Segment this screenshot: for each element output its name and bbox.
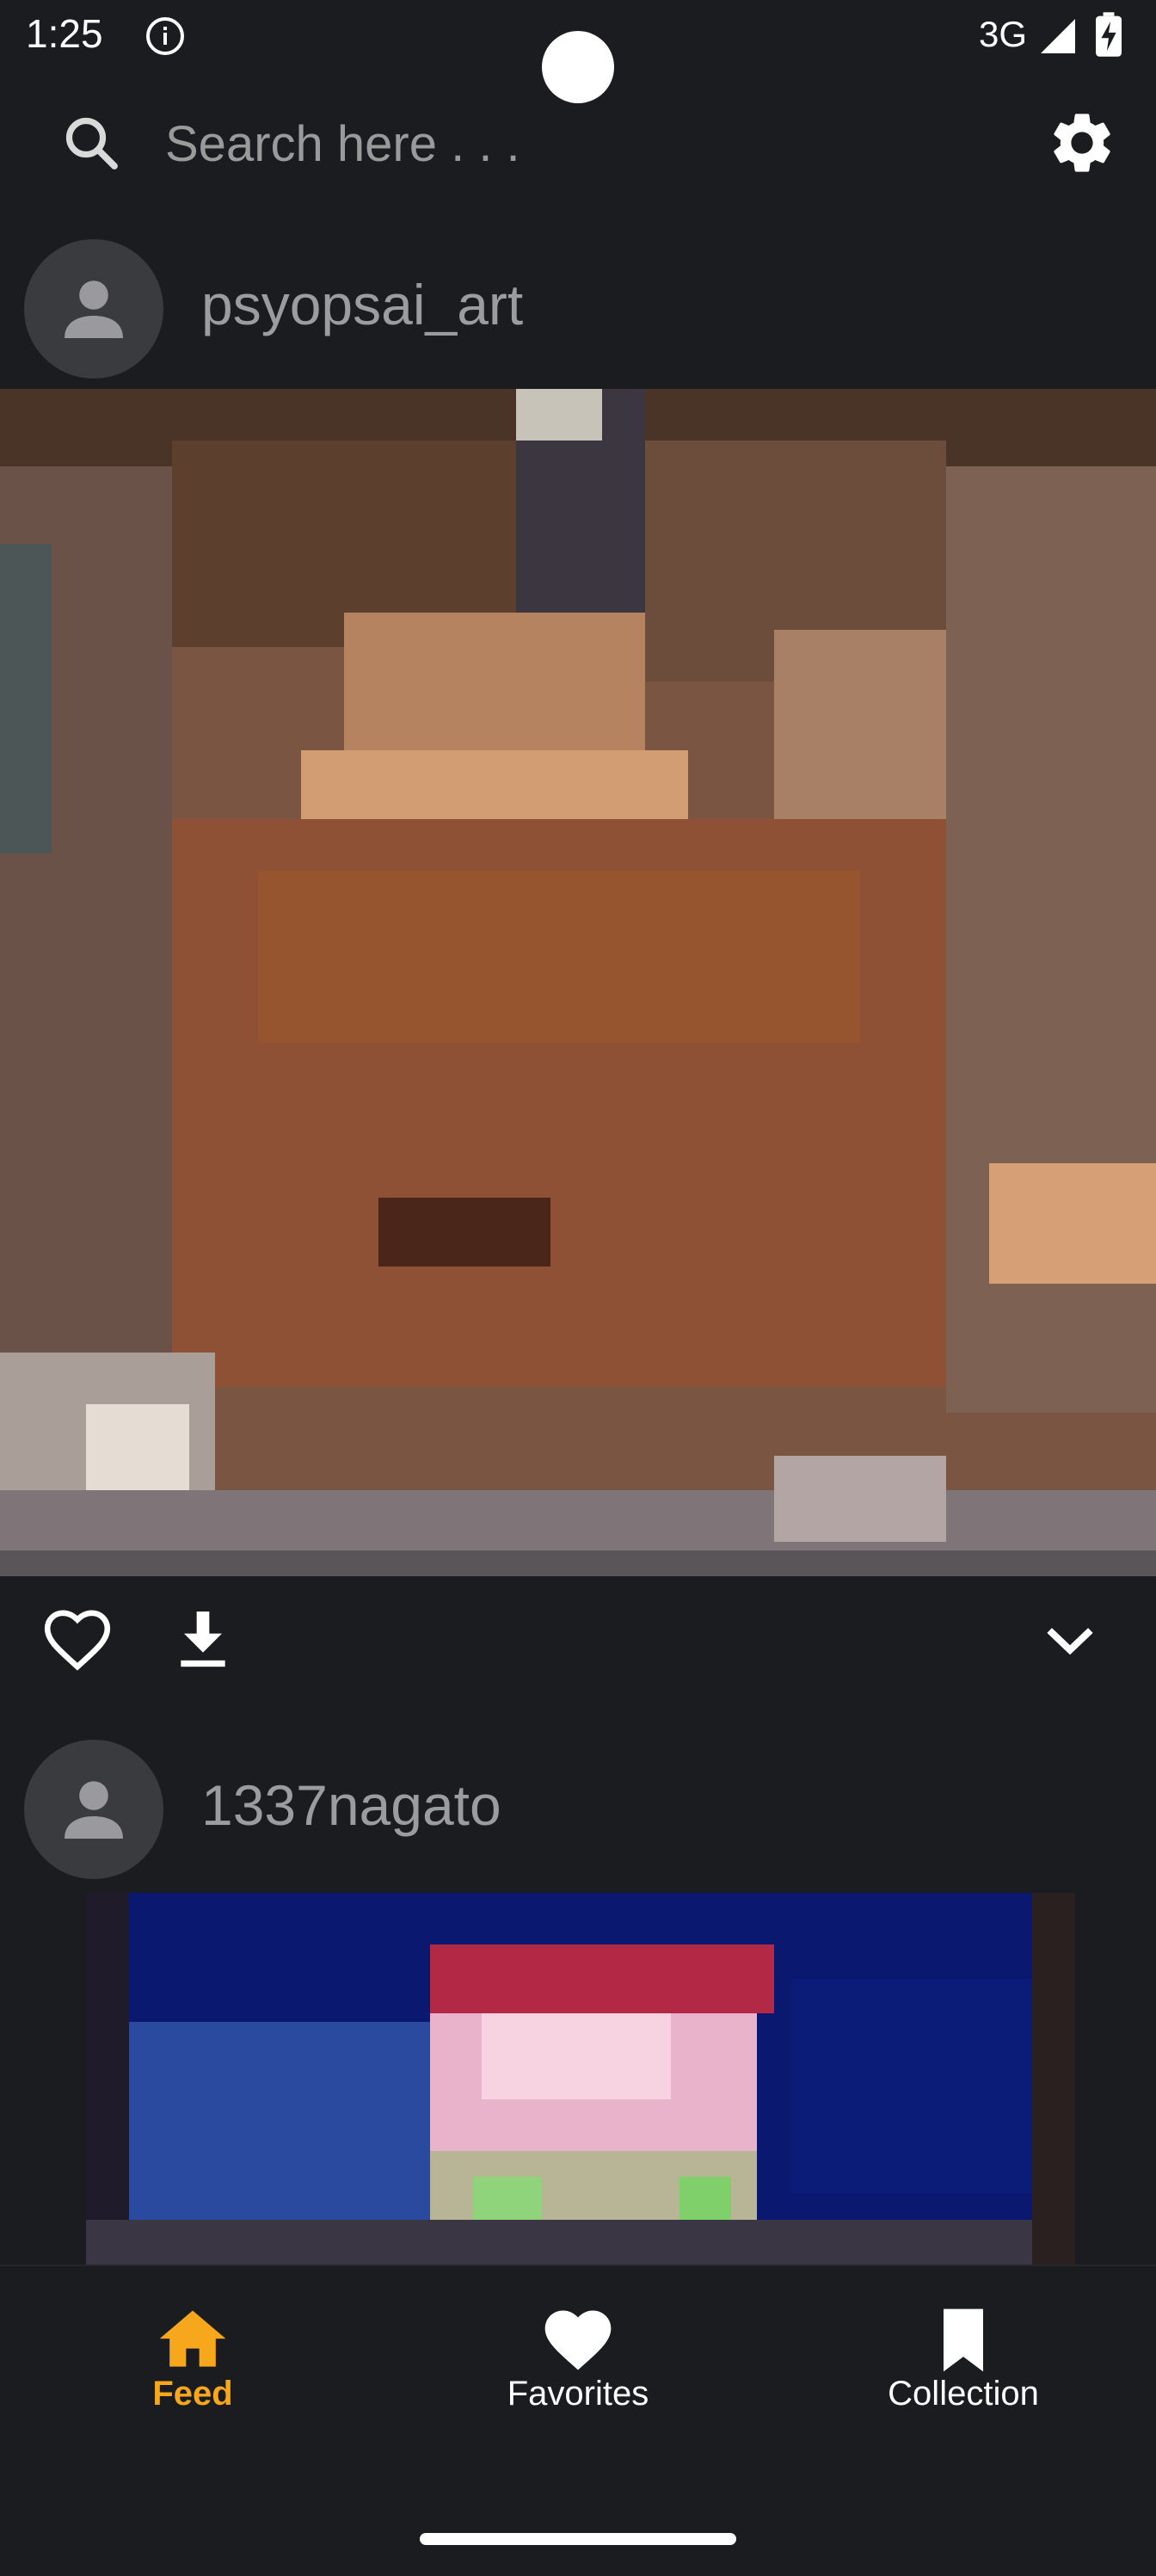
- bottom-navigation: Feed Favorites Collection: [0, 2265, 1156, 2576]
- post-actions: [0, 1587, 1156, 1690]
- search-input[interactable]: [163, 110, 941, 177]
- nav-item-collection[interactable]: Collection: [834, 2301, 1092, 2421]
- post-header[interactable]: 1337nagato: [0, 1740, 1156, 1886]
- heart-outline-icon[interactable]: [40, 1602, 115, 1678]
- pixelated-artwork: [0, 389, 1156, 1576]
- post-header[interactable]: psyopsai_art: [0, 239, 1156, 385]
- bookmark-icon: [944, 2308, 983, 2372]
- network-type: 3G: [978, 14, 1027, 54]
- pixelated-artwork: [86, 1893, 1075, 2265]
- post-username[interactable]: 1337nagato: [201, 1772, 501, 1838]
- nav-item-feed[interactable]: Feed: [64, 2301, 322, 2421]
- status-time: 1:25: [26, 11, 103, 56]
- home-indicator[interactable]: [420, 2533, 736, 2545]
- post-image[interactable]: [0, 1893, 1156, 2265]
- home-icon: [159, 2310, 226, 2367]
- gear-icon[interactable]: [1046, 107, 1118, 179]
- status-bar: 1:25 3G: [0, 0, 1156, 103]
- signal-icon: [1041, 19, 1075, 53]
- nav-label-favorites: Favorites: [507, 2375, 649, 2413]
- person-icon: [65, 280, 123, 338]
- post-image[interactable]: [0, 389, 1156, 1576]
- nav-label-collection: Collection: [888, 2375, 1039, 2413]
- person-icon: [65, 1781, 123, 1839]
- nav-item-favorites[interactable]: Favorites: [449, 2301, 707, 2421]
- search-icon[interactable]: [60, 112, 122, 174]
- chevron-down-icon[interactable]: [1032, 1602, 1108, 1678]
- avatar[interactable]: [24, 239, 163, 379]
- heart-icon: [544, 2310, 612, 2370]
- download-icon[interactable]: [165, 1602, 241, 1678]
- info-icon: [146, 17, 184, 55]
- nav-label-feed: Feed: [152, 2375, 233, 2413]
- avatar[interactable]: [24, 1740, 163, 1879]
- search-bar: [0, 86, 1156, 198]
- post-username[interactable]: psyopsai_art: [201, 272, 523, 337]
- battery-charging-icon: [1096, 12, 1122, 57]
